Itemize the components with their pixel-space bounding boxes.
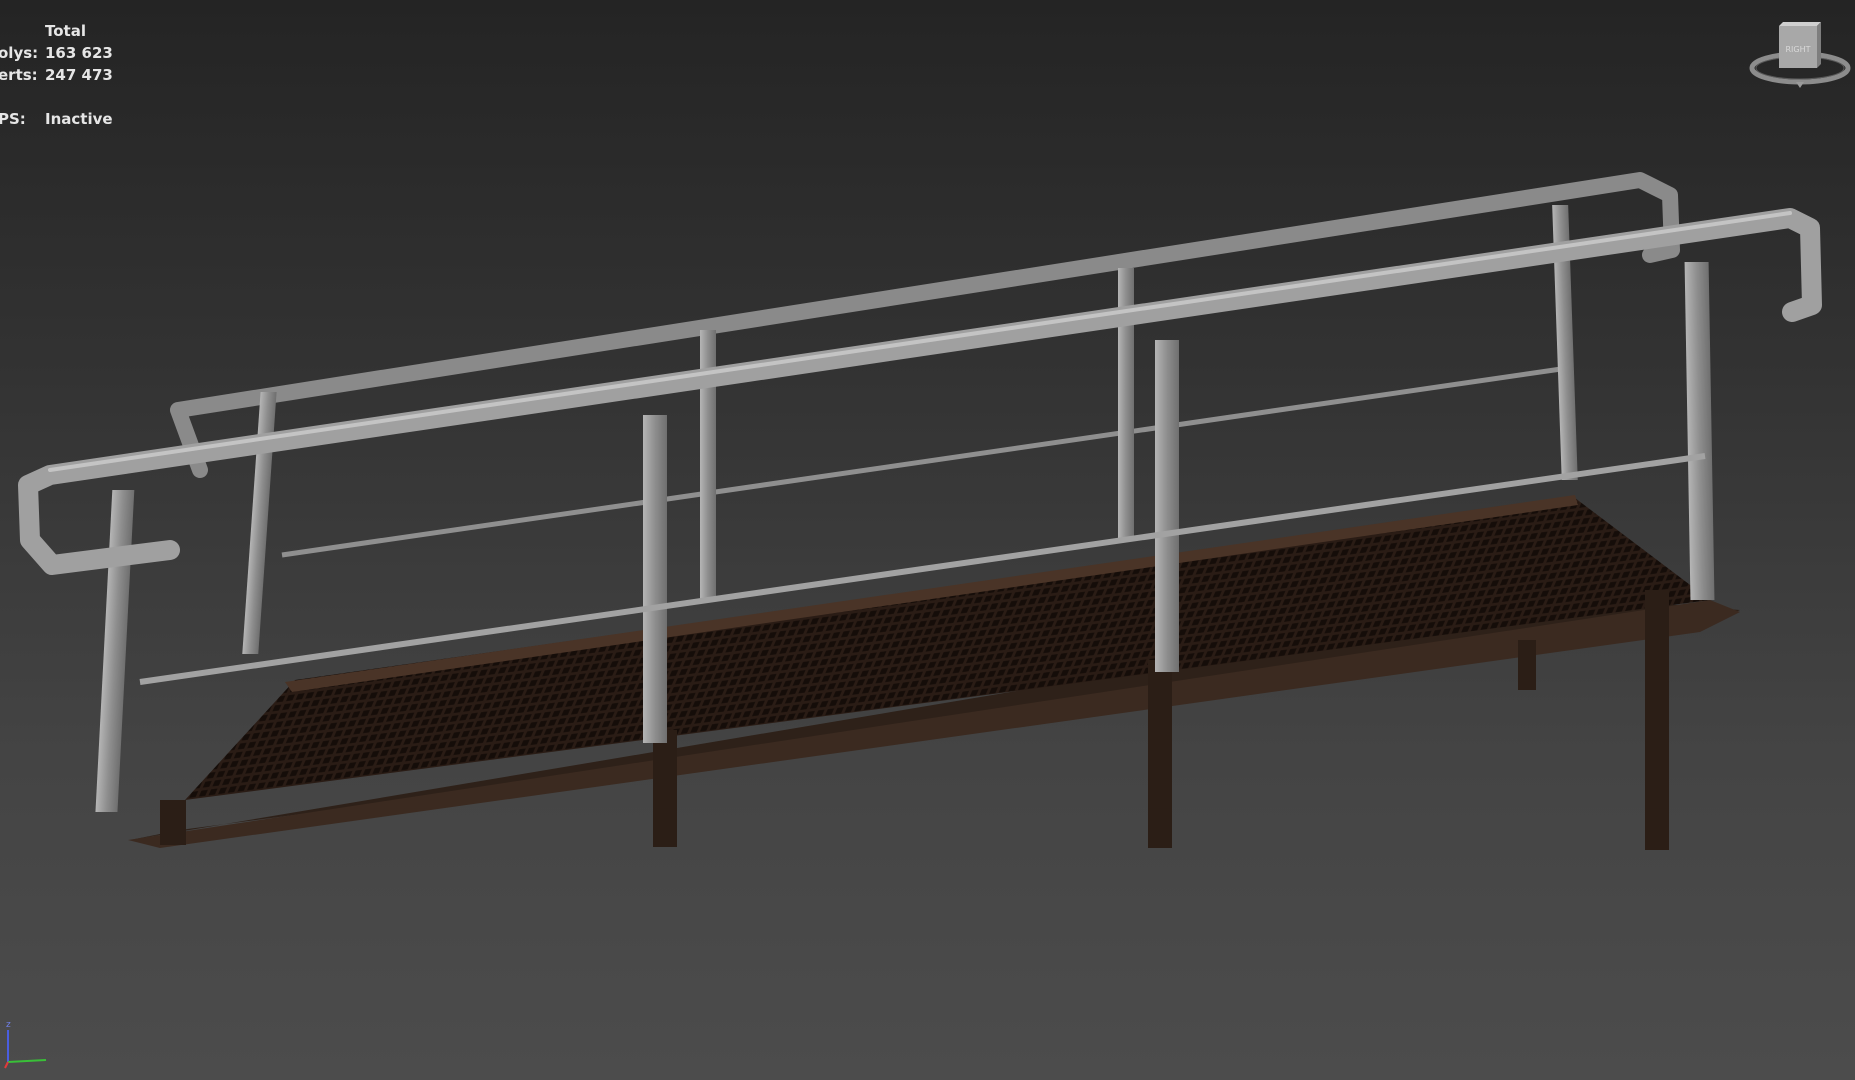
front-post xyxy=(1155,340,1179,672)
front-post xyxy=(643,415,667,743)
front-post xyxy=(95,490,135,812)
verts-label: erts: xyxy=(0,66,38,84)
front-post xyxy=(1684,262,1715,600)
fps-value: Inactive xyxy=(45,110,113,128)
stats-header: Total xyxy=(45,22,86,40)
polys-value: 163 623 xyxy=(45,44,113,62)
verts-value: 247 473 xyxy=(45,66,113,84)
axis-y-line xyxy=(7,1059,47,1063)
viewcube[interactable]: RIGHT xyxy=(1745,16,1855,96)
viewcube-side-face[interactable] xyxy=(1817,22,1821,68)
polys-label: olys: xyxy=(0,44,39,62)
viewcube-face-label: RIGHT xyxy=(1785,45,1810,54)
fps-label: PS: xyxy=(0,110,26,128)
axis-tripod: z xyxy=(4,1020,47,1069)
axis-x-line xyxy=(4,1061,9,1069)
support-leg xyxy=(1645,590,1669,850)
front-handrail-highlight xyxy=(48,211,1792,472)
support-leg xyxy=(160,800,186,845)
support-leg xyxy=(1518,640,1536,690)
support-leg xyxy=(653,730,677,847)
viewcube-top-face[interactable] xyxy=(1779,22,1821,26)
ramp-model[interactable] xyxy=(0,0,1855,1080)
back-post xyxy=(242,392,277,654)
support-leg xyxy=(1148,660,1172,848)
viewcube-compass-arrow xyxy=(1796,82,1804,88)
axis-z-label: z xyxy=(6,1020,11,1030)
3d-viewport[interactable]: Total olys: 163 623 erts: 247 473 PS: In… xyxy=(0,0,1855,1080)
